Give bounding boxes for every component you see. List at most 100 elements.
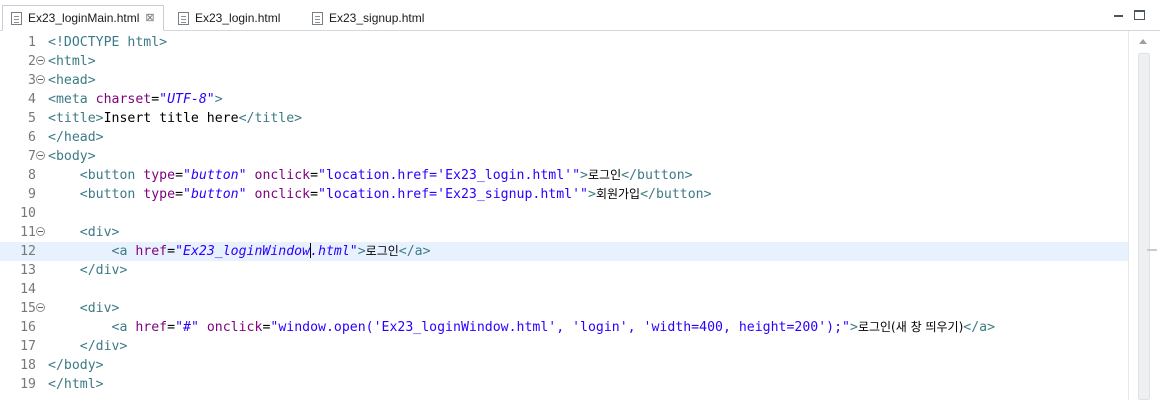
code-line[interactable]: 11 <div> bbox=[0, 223, 1128, 242]
code-text: </body> bbox=[48, 356, 104, 375]
html-tag-token: <!DOCTYPE html> bbox=[48, 35, 168, 50]
line-number: 7 bbox=[28, 149, 36, 164]
vertical-scrollbar[interactable] bbox=[1128, 31, 1160, 400]
code-editor[interactable]: 1 <!DOCTYPE html> 2 <html> 3 <head> 4 <meta cha… bbox=[0, 31, 1160, 400]
code-line[interactable]: 13 </div> bbox=[0, 261, 1128, 280]
code-text: </html> bbox=[48, 375, 104, 394]
line-number: 19 bbox=[20, 377, 36, 392]
line-number: 15 bbox=[20, 301, 36, 316]
punctuation-token: = bbox=[167, 320, 176, 335]
attribute-value-token: "button" bbox=[183, 187, 247, 202]
code-line[interactable]: 7 <body> bbox=[0, 147, 1128, 166]
html-tag-token: <title> bbox=[48, 111, 104, 126]
tab-ex23-login[interactable]: Ex23_login.html bbox=[170, 5, 300, 31]
attribute-value-token: "button" bbox=[183, 168, 247, 183]
tab-ex23-loginmain[interactable]: Ex23_loginMain.html ⊠ bbox=[2, 5, 164, 31]
html-tag-token: </title> bbox=[238, 111, 303, 126]
string-token: "location.href='Ex23_login.html'" bbox=[318, 168, 581, 183]
html-tag-token: </div> bbox=[79, 263, 128, 278]
html-tag-token: <head> bbox=[48, 73, 96, 88]
tab-label: Ex23_loginMain.html bbox=[28, 11, 140, 25]
fold-collapse-icon[interactable] bbox=[36, 56, 45, 65]
code-line[interactable]: 6 </head> bbox=[0, 128, 1128, 147]
punctuation-token: = bbox=[175, 168, 184, 183]
code-text: <button type="button" onclick="location.… bbox=[48, 185, 712, 204]
attribute-value-token: "Ex23_loginWindow bbox=[175, 244, 311, 259]
text-token: Insert title here bbox=[103, 111, 239, 126]
code-line[interactable]: 15 <div> bbox=[0, 299, 1128, 318]
minimize-icon[interactable] bbox=[1113, 10, 1124, 20]
code-text: </div> bbox=[48, 261, 128, 280]
line-number: 18 bbox=[20, 358, 36, 373]
html-tag-token: <div> bbox=[79, 301, 120, 316]
code-line[interactable]: 2 <html> bbox=[0, 52, 1128, 71]
code-line[interactable]: 9 <button type="button" onclick="locatio… bbox=[0, 185, 1128, 204]
scroll-thumb[interactable] bbox=[1138, 53, 1150, 400]
code-line[interactable]: 10 bbox=[0, 204, 1128, 223]
line-number: 3 bbox=[28, 73, 36, 88]
tab-ex23-signup[interactable]: Ex23_signup.html bbox=[304, 5, 454, 31]
html-tag-token: <html> bbox=[48, 54, 96, 69]
maximize-icon[interactable] bbox=[1134, 10, 1145, 20]
code-line[interactable]: 16 <a href="#" onclick="window.open('Ex2… bbox=[0, 318, 1128, 337]
line-number: 16 bbox=[20, 320, 36, 335]
close-tab-icon[interactable]: ⊠ bbox=[145, 12, 154, 24]
fold-collapse-icon[interactable] bbox=[36, 75, 45, 84]
html-tag-token: > bbox=[849, 320, 858, 335]
line-number: 10 bbox=[20, 206, 36, 221]
line-number: 12 bbox=[20, 244, 36, 259]
html-tag-token: <button bbox=[79, 187, 144, 202]
line-number: 5 bbox=[28, 111, 36, 126]
line-number: 1 bbox=[28, 35, 36, 50]
code-line[interactable]: 4 <meta charset="UTF-8"> bbox=[0, 90, 1128, 109]
fold-collapse-icon[interactable] bbox=[36, 303, 45, 312]
line-number: 4 bbox=[28, 92, 36, 107]
line-number: 17 bbox=[20, 339, 36, 354]
attribute-token: type bbox=[143, 168, 176, 183]
punctuation-token: = bbox=[175, 187, 184, 202]
code-line[interactable]: 5 <title>Insert title here</title> bbox=[0, 109, 1128, 128]
code-text: <title>Insert title here</title> bbox=[48, 109, 302, 128]
korean-text-token: 로그인 bbox=[365, 244, 399, 258]
code-line[interactable]: 17 </div> bbox=[0, 337, 1128, 356]
html-tag-token: </a> bbox=[963, 320, 996, 335]
code-text: <html> bbox=[48, 52, 96, 71]
code-text: <a href="Ex23_loginWindow.html">로그인</a> bbox=[48, 242, 431, 261]
punctuation-token: = bbox=[167, 244, 176, 259]
line-number: 9 bbox=[28, 187, 36, 202]
code-line[interactable]: 14 bbox=[0, 280, 1128, 299]
code-line[interactable]: 12 <a href="Ex23_loginWindow.html">로그인</… bbox=[0, 242, 1128, 261]
html-tag-token: <meta bbox=[48, 92, 96, 107]
code-text: </head> bbox=[48, 128, 104, 147]
html-tag-token: </button> bbox=[621, 168, 693, 183]
line-number: 8 bbox=[28, 168, 36, 183]
scroll-up-icon[interactable] bbox=[1139, 39, 1147, 44]
code-line[interactable]: 8 <button type="button" onclick="locatio… bbox=[0, 166, 1128, 185]
code-text: <head> bbox=[48, 71, 96, 90]
code-line[interactable]: 3 <head> bbox=[0, 71, 1128, 90]
html-tag-token: <button bbox=[79, 168, 144, 183]
html-tag-token: </button> bbox=[640, 187, 712, 202]
fold-collapse-icon[interactable] bbox=[36, 151, 45, 160]
string-token: "location.href='Ex23_signup.html'" bbox=[318, 187, 588, 202]
korean-text-token: 회원가입 bbox=[595, 187, 641, 201]
fold-collapse-icon[interactable] bbox=[36, 227, 45, 236]
code-line[interactable]: 1 <!DOCTYPE html> bbox=[0, 33, 1128, 52]
code-line[interactable]: 19 </html> bbox=[0, 375, 1128, 394]
editor-tab-bar: Ex23_loginMain.html ⊠ Ex23_login.html Ex… bbox=[0, 0, 1160, 31]
code-text: <!DOCTYPE html> bbox=[48, 33, 167, 52]
code-line[interactable]: 18 </body> bbox=[0, 356, 1128, 375]
string-token: "window.open('Ex23_loginWindow.html', 'l… bbox=[270, 320, 850, 335]
code-text: <div> bbox=[48, 299, 120, 318]
attribute-value-token: "UTF-8" bbox=[159, 92, 215, 107]
tab-label: Ex23_login.html bbox=[195, 11, 281, 25]
html-tag-token: </body> bbox=[48, 358, 104, 373]
html-tag-token: </div> bbox=[79, 339, 128, 354]
